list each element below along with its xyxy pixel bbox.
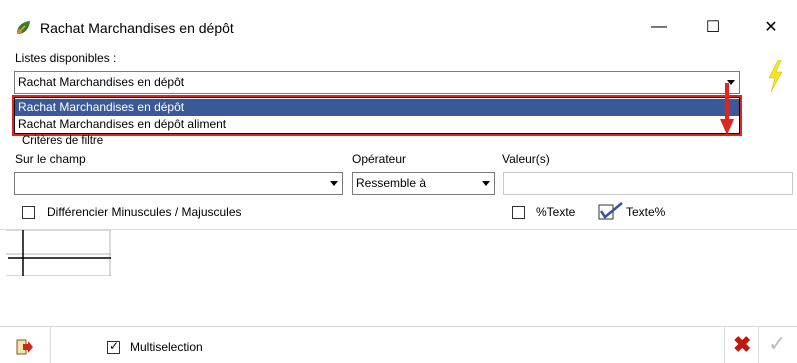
field-combobox[interactable] bbox=[14, 172, 343, 195]
dropdown-option[interactable]: Rachat Marchandises en dépôt aliment bbox=[15, 116, 739, 133]
multiselection-checkbox[interactable]: ✓ bbox=[107, 339, 120, 354]
close-button[interactable]: ✕ bbox=[748, 10, 794, 44]
ok-icon[interactable]: ✓ bbox=[768, 333, 786, 355]
footer-separator bbox=[758, 327, 759, 363]
footer-separator bbox=[50, 327, 51, 363]
lightning-bolt-icon[interactable] bbox=[766, 60, 784, 92]
lists-selected-value: Rachat Marchandises en dépôt bbox=[18, 75, 185, 89]
lists-combobox[interactable]: Rachat Marchandises en dépôt bbox=[14, 71, 740, 94]
value-label: Valeur(s) bbox=[502, 152, 550, 166]
chevron-down-icon[interactable] bbox=[325, 173, 342, 194]
divider bbox=[0, 229, 797, 230]
check-icon: ✓ bbox=[109, 339, 120, 353]
cancel-icon[interactable]: ✖ bbox=[733, 334, 751, 356]
text-pct-label: Texte% bbox=[626, 205, 666, 219]
minimize-button[interactable]: — bbox=[636, 10, 682, 44]
annotation-arrow-down-icon bbox=[720, 83, 734, 135]
pct-text-checkbox[interactable] bbox=[512, 206, 525, 219]
title-bar: Rachat Marchandises en dépôt — ☐ ✕ bbox=[0, 0, 797, 44]
case-sensitive-label: Différencier Minuscules / Majuscules bbox=[47, 205, 242, 219]
field-label: Sur le champ bbox=[15, 152, 86, 166]
operator-value: Ressemble à bbox=[356, 176, 427, 190]
filter-group-label: Critères de filtre bbox=[22, 135, 104, 147]
value-input[interactable] bbox=[503, 172, 793, 195]
export-icon[interactable] bbox=[16, 338, 34, 356]
multiselection-label: Multiselection bbox=[130, 340, 203, 354]
chevron-down-icon[interactable] bbox=[477, 173, 494, 194]
footer-separator bbox=[724, 327, 725, 363]
dropdown-option[interactable]: Rachat Marchandises en dépôt bbox=[15, 99, 739, 116]
pct-text-label: %Texte bbox=[536, 205, 576, 219]
operator-label: Opérateur bbox=[352, 152, 407, 166]
lists-label: Listes disponibles : bbox=[15, 51, 117, 65]
text-pct-checkbox-icon[interactable] bbox=[598, 202, 624, 220]
case-sensitive-checkbox[interactable] bbox=[22, 206, 35, 219]
results-grid[interactable] bbox=[6, 230, 111, 276]
maximize-button[interactable]: ☐ bbox=[690, 10, 736, 44]
lists-dropdown[interactable]: Rachat Marchandises en dépôt Rachat Marc… bbox=[14, 97, 740, 134]
app-leaf-icon bbox=[16, 21, 30, 35]
footer-divider bbox=[0, 326, 797, 327]
window-title: Rachat Marchandises en dépôt bbox=[40, 20, 234, 36]
operator-combobox[interactable]: Ressemble à bbox=[352, 172, 495, 195]
